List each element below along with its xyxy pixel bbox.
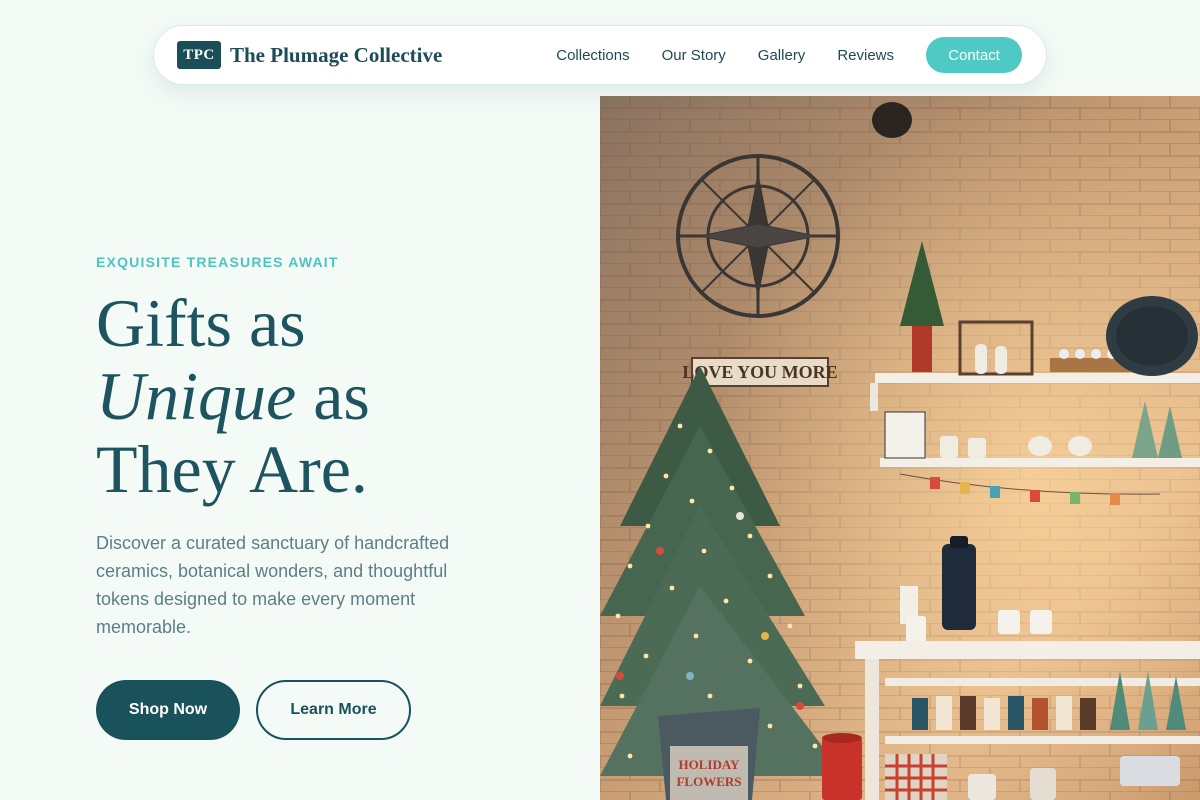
hero-shop-photo: LOVE YOU MORE HOLIDAY FLOWERS: [600, 96, 1200, 800]
nav-link-our-story[interactable]: Our Story: [662, 47, 726, 64]
hero-description: Discover a curated sanctuary of handcraf…: [96, 533, 450, 637]
contact-button[interactable]: Contact: [926, 37, 1022, 73]
nav-link-reviews[interactable]: Reviews: [837, 47, 894, 64]
hero-headline: Gifts as Unique as They Are.: [96, 287, 370, 506]
shop-now-button[interactable]: Shop Now: [96, 680, 240, 740]
svg-text:HOLIDAY: HOLIDAY: [679, 757, 741, 772]
headline-line-2: Unique as: [96, 360, 370, 433]
holiday-flowers-bucket: HOLIDAY FLOWERS: [658, 708, 760, 800]
logo-badge[interactable]: TPC: [177, 41, 221, 69]
nav-link-collections[interactable]: Collections: [556, 47, 629, 64]
hero-eyebrow: EXQUISITE TREASURES AWAIT: [96, 254, 339, 270]
brand-name[interactable]: The Plumage Collective: [230, 43, 442, 68]
headline-italic-word: Unique: [96, 358, 297, 434]
learn-more-button[interactable]: Learn More: [256, 680, 411, 740]
nav-link-gallery[interactable]: Gallery: [758, 47, 806, 64]
nav-links: Collections Our Story Gallery Reviews Co…: [556, 37, 1022, 73]
svg-text:FLOWERS: FLOWERS: [676, 774, 741, 789]
headline-line-3: They Are.: [96, 431, 368, 507]
top-navigation: TPC The Plumage Collective Collections O…: [153, 25, 1047, 85]
headline-line-2-rest: as: [296, 358, 370, 434]
headline-line-1: Gifts as: [96, 285, 306, 361]
compass-decor: [676, 154, 840, 318]
